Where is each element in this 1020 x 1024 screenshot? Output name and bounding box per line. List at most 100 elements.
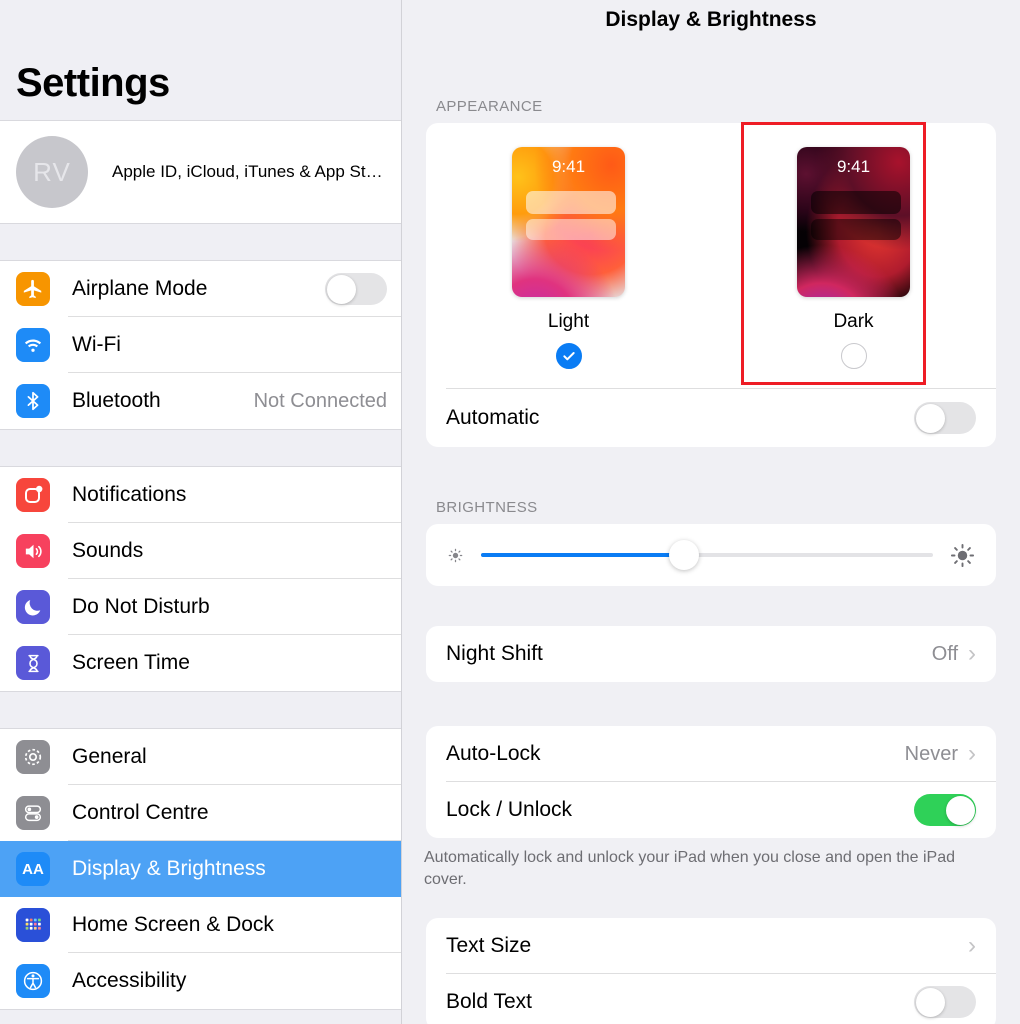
preview-clock: 9:41 — [836, 157, 871, 176]
dark-mode-preview: 9:41 — [797, 147, 910, 297]
page-title: Settings — [16, 61, 170, 105]
dark-mode-label: Dark — [833, 311, 874, 332]
lock-unlock-toggle[interactable] — [914, 794, 976, 826]
auto-lock-label: Auto-Lock — [446, 742, 541, 765]
sidebar-item-label: Notifications — [72, 483, 187, 506]
sidebar-group-system: General Control Centre AA Display & Brig… — [0, 728, 401, 1010]
sidebar-gap-1 — [0, 224, 401, 260]
brightness-slider-row[interactable] — [426, 524, 996, 586]
settings-sidebar: Settings RV Apple ID, iCloud, iTunes & A… — [0, 0, 402, 1024]
brightness-section-label: BRIGHTNESS — [436, 499, 538, 516]
chevron-right-icon: › — [968, 640, 976, 667]
sidebar-item-airplane-mode[interactable]: Airplane Mode — [0, 261, 401, 317]
sidebar-group-alerts: Notifications Sounds Do Not Disturb Scre… — [0, 466, 401, 692]
appearance-card: 9:41 Light 9:41 Dark Automatic — [426, 123, 996, 447]
appearance-option-light[interactable]: 9:41 Light — [426, 123, 711, 388]
lock-unlock-label: Lock / Unlock — [446, 798, 573, 821]
sidebar-item-sounds[interactable]: Sounds — [0, 523, 401, 579]
sidebar-item-bluetooth[interactable]: Bluetooth Not Connected — [0, 373, 401, 429]
lock-card: Auto-Lock Never › Lock / Unlock — [426, 726, 996, 838]
bluetooth-icon — [16, 384, 50, 418]
sidebar-item-label: Sounds — [72, 539, 144, 562]
sidebar-item-label: Screen Time — [72, 651, 190, 674]
moon-icon — [16, 590, 50, 624]
toggle-knob — [915, 987, 945, 1017]
sidebar-item-label: General — [72, 745, 147, 768]
sidebar-item-label: Home Screen & Dock — [72, 913, 274, 936]
sidebar-title-wrap: Settings — [0, 0, 401, 120]
aa-icon: AA — [16, 852, 50, 886]
home-grid-icon — [16, 908, 50, 942]
accessibility-icon — [16, 964, 50, 998]
lock-footnote: Automatically lock and unlock your iPad … — [424, 849, 955, 888]
brightness-slider-fill — [481, 553, 685, 557]
text-size-row[interactable]: Text Size › — [426, 918, 996, 975]
ipad-settings-screen: Settings RV Apple ID, iCloud, iTunes & A… — [0, 0, 1020, 1024]
avatar: RV — [16, 136, 88, 208]
toggle-knob — [915, 403, 945, 433]
toggle-knob — [326, 274, 356, 304]
gear-icon — [16, 740, 50, 774]
apple-id-label: Apple ID, iCloud, iTunes & App St… — [112, 162, 383, 181]
wifi-icon — [16, 328, 50, 362]
brightness-card — [426, 524, 996, 586]
bold-text-row[interactable]: Bold Text — [426, 974, 996, 1024]
sidebar-item-label: Accessibility — [72, 969, 187, 992]
sounds-icon — [16, 534, 50, 568]
notifications-icon — [16, 478, 50, 512]
sidebar-item-home-screen-and-dock[interactable]: Home Screen & Dock — [0, 897, 401, 953]
preview-notification-1 — [526, 191, 616, 214]
sidebar-item-label: Airplane Mode — [72, 277, 208, 300]
sidebar-item-notifications[interactable]: Notifications — [0, 467, 401, 523]
light-mode-label: Light — [547, 311, 590, 332]
sidebar-item-accessibility[interactable]: Accessibility — [0, 953, 401, 1009]
sidebar-item-label: Bluetooth — [72, 389, 161, 412]
sidebar-item-label: Display & Brightness — [72, 857, 266, 880]
panel-title: Display & Brightness — [605, 8, 817, 31]
brightness-slider-thumb[interactable] — [669, 540, 700, 570]
toggle-knob — [945, 795, 975, 825]
appearance-options-row: 9:41 Light 9:41 Dark — [426, 123, 996, 388]
text-card: Text Size › Bold Text — [426, 918, 996, 1024]
dark-mode-radio[interactable] — [840, 343, 867, 369]
auto-lock-row[interactable]: Auto-Lock Never › — [426, 726, 996, 782]
bluetooth-status: Not Connected — [253, 389, 387, 412]
night-shift-row[interactable]: Night Shift Off › — [426, 626, 996, 682]
light-mode-preview: 9:41 — [512, 147, 625, 297]
sidebar-group-connectivity: Airplane Mode Wi-Fi Bluetooth Not Connec… — [0, 260, 401, 430]
sidebar-gap-3 — [0, 692, 401, 728]
preview-notification-2 — [526, 219, 616, 240]
sidebar-item-control-centre[interactable]: Control Centre — [0, 785, 401, 841]
sidebar-item-do-not-disturb[interactable]: Do Not Disturb — [0, 579, 401, 635]
display-brightness-panel: Display & Brightness APPEARANCE 9:41 Lig… — [402, 0, 1020, 1024]
preview-clock: 9:41 — [551, 157, 586, 176]
brightness-slider-track[interactable] — [481, 540, 933, 570]
hourglass-icon — [16, 646, 50, 680]
sidebar-item-label: Control Centre — [72, 801, 209, 824]
airplane-mode-toggle[interactable] — [325, 273, 387, 305]
appearance-section-label: APPEARANCE — [436, 98, 543, 115]
sidebar-gap-2 — [0, 430, 401, 466]
airplane-icon — [16, 272, 50, 306]
automatic-toggle[interactable] — [914, 402, 976, 434]
brightness-low-icon — [446, 546, 465, 565]
sidebar-item-label: Wi-Fi — [72, 333, 121, 356]
light-mode-radio[interactable] — [555, 343, 582, 369]
sidebar-item-apple-id[interactable]: RV Apple ID, iCloud, iTunes & App St… — [0, 120, 401, 224]
automatic-row[interactable]: Automatic — [426, 389, 996, 447]
appearance-option-dark[interactable]: 9:41 Dark — [711, 123, 996, 388]
bold-text-label: Bold Text — [446, 990, 532, 1014]
chevron-right-icon: › — [968, 740, 976, 767]
preview-notification-1 — [811, 191, 901, 214]
sidebar-item-display-and-brightness[interactable]: AA Display & Brightness — [0, 841, 401, 897]
automatic-label: Automatic — [446, 406, 540, 429]
chevron-right-icon: › — [968, 932, 976, 960]
lock-unlock-row[interactable]: Lock / Unlock — [426, 782, 996, 838]
brightness-high-icon — [949, 542, 976, 569]
auto-lock-value: Never — [904, 742, 958, 765]
sidebar-item-screen-time[interactable]: Screen Time — [0, 635, 401, 691]
bold-text-toggle[interactable] — [914, 986, 976, 1019]
sidebar-item-general[interactable]: General — [0, 729, 401, 785]
text-size-label: Text Size — [446, 934, 532, 958]
sidebar-item-wifi[interactable]: Wi-Fi — [0, 317, 401, 373]
